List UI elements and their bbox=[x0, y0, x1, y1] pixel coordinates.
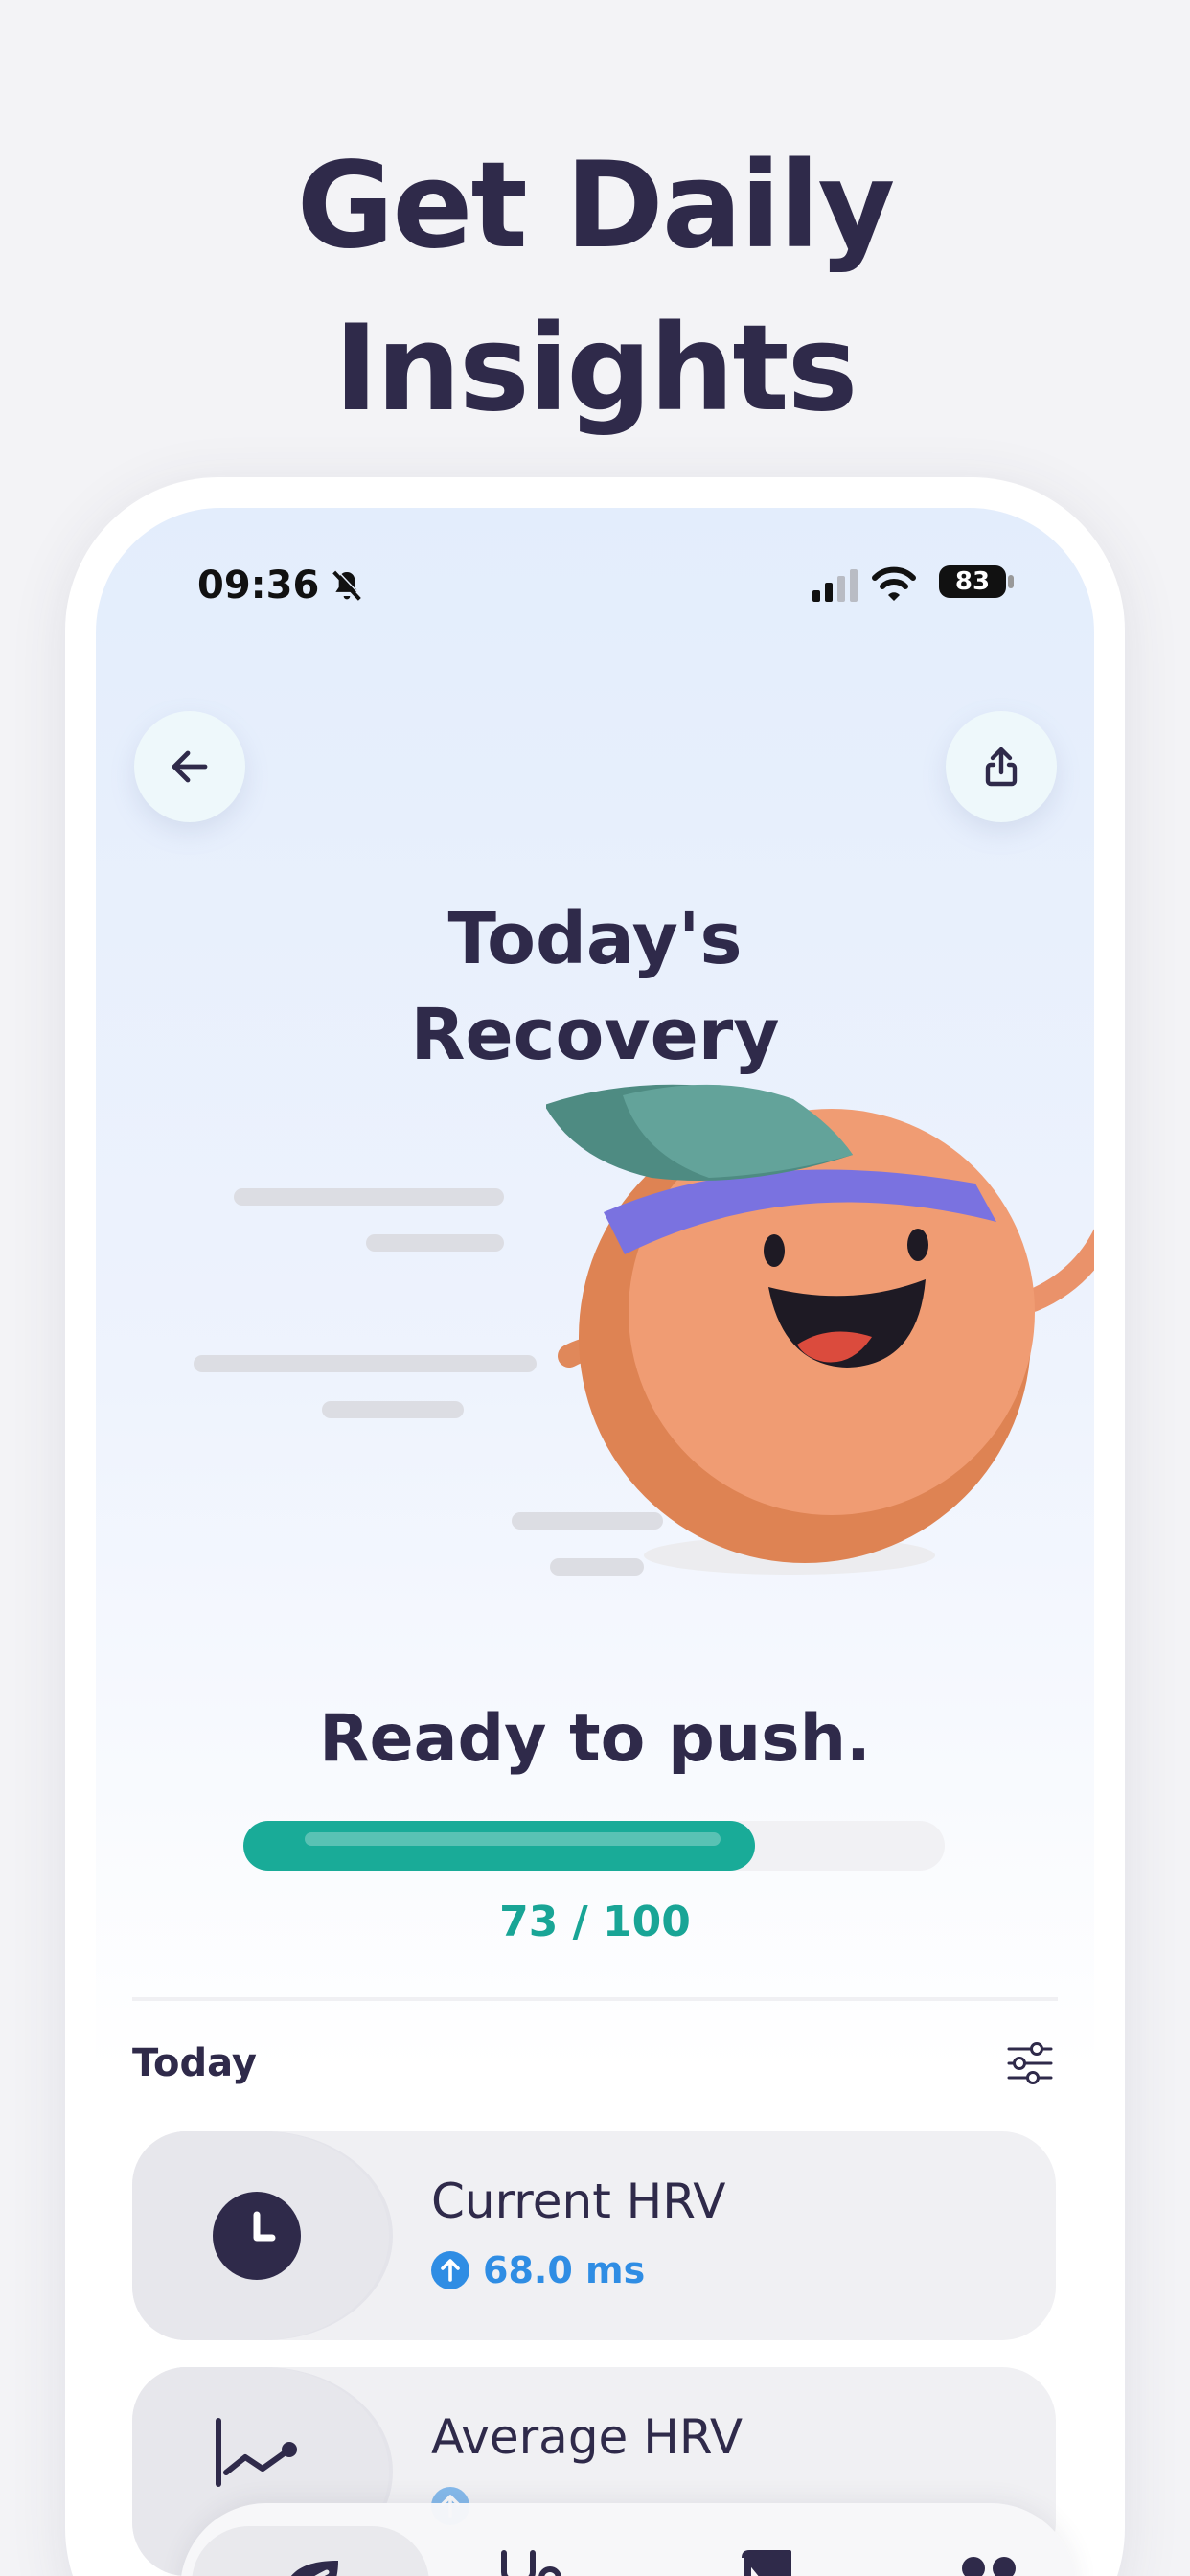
arrow-left-icon bbox=[172, 750, 208, 783]
tab-bar bbox=[180, 2503, 1077, 2576]
speed-line bbox=[234, 1188, 504, 1206]
page-title-line-2: Recovery bbox=[410, 994, 780, 1076]
speed-line bbox=[194, 1355, 537, 1372]
battery-cap bbox=[1008, 575, 1014, 588]
back-button[interactable] bbox=[134, 711, 245, 822]
filter-sliders-icon[interactable] bbox=[1006, 2041, 1054, 2085]
tab-community[interactable] bbox=[918, 2526, 1056, 2576]
battery-indicator: 83 bbox=[939, 564, 1016, 600]
card-value-row: 68.0 ms bbox=[431, 2246, 645, 2294]
people-icon bbox=[962, 2557, 1016, 2576]
phone-frame: 09:36 83 Today's Recovery Ready to push.… bbox=[65, 477, 1125, 2576]
headline: Get Daily Insights bbox=[0, 125, 1190, 450]
tab-journal[interactable] bbox=[698, 2526, 835, 2576]
share-icon bbox=[985, 747, 1018, 787]
wifi-icon bbox=[872, 566, 916, 601]
recovery-status-text: Ready to push. bbox=[319, 1701, 871, 1777]
recovery-progress-fill bbox=[243, 1821, 756, 1871]
signal-icon bbox=[812, 569, 858, 602]
clock-icon bbox=[213, 2192, 301, 2280]
status-bar: 09:36 83 bbox=[96, 564, 1094, 621]
share-button[interactable] bbox=[946, 711, 1057, 822]
progress-highlight bbox=[305, 1832, 721, 1846]
headline-line-2: Insights bbox=[333, 300, 858, 438]
tab-recovery[interactable] bbox=[192, 2526, 429, 2576]
trend-chart-icon bbox=[216, 2418, 297, 2487]
leaf-icon bbox=[290, 2561, 338, 2576]
speed-line bbox=[322, 1401, 464, 1418]
recovery-score: 73 / 100 bbox=[499, 1898, 691, 1946]
card-value: 68.0 ms bbox=[483, 2249, 646, 2291]
recovery-progress-bar bbox=[243, 1821, 945, 1871]
stethoscope-icon bbox=[501, 2550, 561, 2576]
status-time: 09:36 bbox=[197, 564, 320, 608]
card-icon-area bbox=[132, 2131, 389, 2340]
bell-muted-icon bbox=[332, 569, 363, 601]
card-title: Average HRV bbox=[431, 2409, 744, 2465]
peach-mascot-illustration bbox=[546, 1084, 1094, 1575]
page-title: Today's Recovery bbox=[96, 891, 1094, 1083]
battery-level: 83 bbox=[939, 565, 1006, 598]
headline-line-1: Get Daily bbox=[296, 137, 896, 275]
book-icon bbox=[742, 2550, 791, 2576]
section-label-today: Today bbox=[132, 2041, 257, 2085]
tab-health[interactable] bbox=[464, 2526, 602, 2576]
page-title-line-1: Today's bbox=[447, 898, 743, 980]
speed-line bbox=[366, 1234, 504, 1252]
arrow-up-circle-icon bbox=[431, 2251, 469, 2289]
divider bbox=[132, 1997, 1058, 2001]
phone-screen: 09:36 83 Today's Recovery Ready to push.… bbox=[96, 508, 1094, 2576]
metric-card-current-hrv[interactable]: Current HRV 68.0 ms bbox=[132, 2131, 1056, 2340]
card-title: Current HRV bbox=[431, 2174, 726, 2229]
